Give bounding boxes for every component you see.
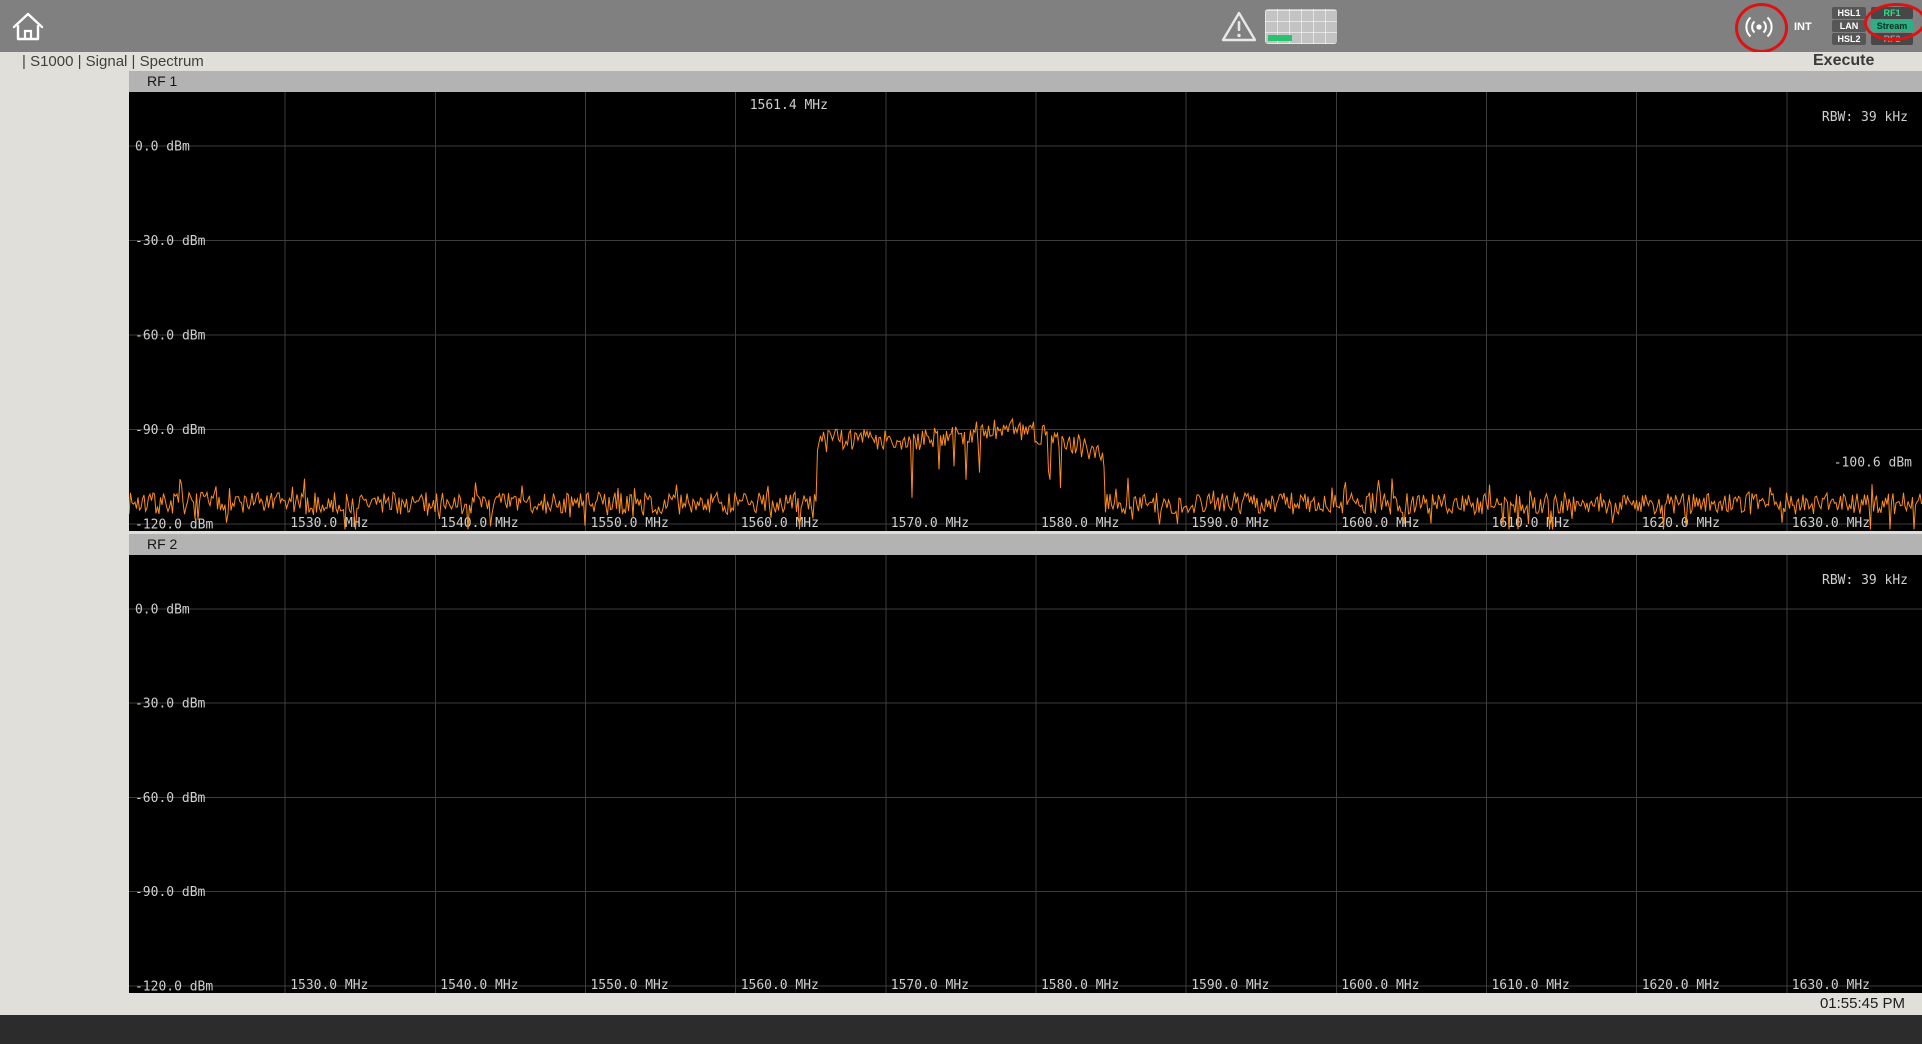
- svg-text:RBW: 39 kHz: RBW: 39 kHz: [1822, 573, 1908, 588]
- rf2-plot-svg: 1530.0 MHz 1540.0 MHz 1550.0 MHz 1560.0 MHz…: [129, 555, 1922, 993]
- clock: 01:55:45 PM: [1819, 995, 1905, 1012]
- badge-hsl2: HSL2: [1832, 33, 1866, 45]
- int-label: INT: [1794, 21, 1812, 33]
- svg-text:1580.0 MHz: 1580.0 MHz: [1041, 978, 1119, 993]
- svg-text:1550.0 MHz: 1550.0 MHz: [591, 516, 669, 531]
- svg-text:1620.0 MHz: 1620.0 MHz: [1642, 978, 1720, 993]
- svg-text:1540.0 MHz: 1540.0 MHz: [440, 516, 518, 531]
- badge-lan: LAN: [1832, 20, 1866, 32]
- svg-text:1560.0 MHz: 1560.0 MHz: [741, 978, 819, 993]
- svg-text:1600.0 MHz: 1600.0 MHz: [1341, 516, 1419, 531]
- badge-rf2[interactable]: RF2: [1871, 33, 1913, 45]
- svg-text:-120.0 dBm: -120.0 dBm: [135, 517, 213, 531]
- status-bar: 01:55:45 PM: [0, 993, 1922, 1015]
- svg-text:-30.0 dBm: -30.0 dBm: [135, 697, 206, 712]
- svg-text:1580.0 MHz: 1580.0 MHz: [1041, 516, 1119, 531]
- badge-rf1[interactable]: RF1: [1871, 7, 1913, 19]
- badge-stream[interactable]: Stream: [1871, 20, 1913, 32]
- panel-rf1-titlebar[interactable]: RF 1: [129, 71, 1922, 92]
- screen: INT HSL1 LAN HSL2 RF1 Stream RF2 | S1000…: [0, 0, 1922, 1044]
- svg-text:-30.0 dBm: -30.0 dBm: [135, 234, 206, 249]
- home-button[interactable]: [10, 8, 46, 44]
- spectrum-plot-rf1[interactable]: 1530.0 MHz 1540.0 MHz 1550.0 MHz 1560.0 MHz…: [129, 92, 1922, 531]
- svg-text:1560.0 MHz: 1560.0 MHz: [741, 516, 819, 531]
- svg-text:-120.0 dBm: -120.0 dBm: [135, 979, 213, 993]
- svg-text:RBW: 39 kHz: RBW: 39 kHz: [1822, 110, 1908, 125]
- svg-text:1530.0 MHz: 1530.0 MHz: [290, 978, 368, 993]
- badge-hsl1: HSL1: [1832, 7, 1866, 19]
- svg-text:-100.6 dBm: -100.6 dBm: [1834, 456, 1912, 471]
- broadcast-icon[interactable]: [1741, 9, 1777, 45]
- svg-text:-60.0 dBm: -60.0 dBm: [135, 328, 206, 343]
- breadcrumb: | S1000 | Signal | Spectrum: [22, 53, 204, 70]
- taskbar: [0, 1015, 1922, 1044]
- svg-text:1600.0 MHz: 1600.0 MHz: [1341, 978, 1419, 993]
- svg-text:1590.0 MHz: 1590.0 MHz: [1191, 978, 1269, 993]
- svg-text:1550.0 MHz: 1550.0 MHz: [591, 978, 669, 993]
- svg-text:-90.0 dBm: -90.0 dBm: [135, 423, 206, 438]
- top-bar: INT HSL1 LAN HSL2 RF1 Stream RF2: [0, 0, 1922, 53]
- home-icon: [10, 12, 46, 48]
- sub-bar: | S1000 | Signal | Spectrum Execute: [0, 52, 1922, 71]
- hsl-badge-column: HSL1 LAN HSL2: [1832, 7, 1866, 45]
- sidebar: [0, 71, 129, 993]
- panel-rf1-title: RF 1: [147, 73, 178, 89]
- svg-text:-60.0 dBm: -60.0 dBm: [135, 791, 206, 806]
- svg-text:1630.0 MHz: 1630.0 MHz: [1792, 516, 1870, 531]
- spectrum-plot-rf2[interactable]: 1530.0 MHz 1540.0 MHz 1550.0 MHz 1560.0 MHz…: [129, 555, 1922, 993]
- svg-text:1610.0 MHz: 1610.0 MHz: [1492, 978, 1570, 993]
- svg-text:1540.0 MHz: 1540.0 MHz: [440, 978, 518, 993]
- svg-text:1570.0 MHz: 1570.0 MHz: [891, 516, 969, 531]
- svg-text:0.0 dBm: 0.0 dBm: [135, 140, 190, 155]
- svg-text:1561.4 MHz: 1561.4 MHz: [750, 98, 828, 113]
- execute-button[interactable]: Execute: [1813, 52, 1874, 70]
- rf-badge-column: RF1 Stream RF2: [1871, 7, 1913, 45]
- rf1-plot-svg: 1530.0 MHz 1540.0 MHz 1550.0 MHz 1560.0 MHz…: [129, 92, 1922, 531]
- svg-text:1620.0 MHz: 1620.0 MHz: [1642, 516, 1720, 531]
- level-grid-indicator: [1265, 9, 1337, 44]
- level-green-bar: [1268, 35, 1292, 41]
- svg-text:1570.0 MHz: 1570.0 MHz: [891, 978, 969, 993]
- panel-rf2-title: RF 2: [147, 536, 178, 552]
- svg-text:1630.0 MHz: 1630.0 MHz: [1792, 978, 1870, 993]
- warning-icon[interactable]: [1221, 9, 1257, 45]
- svg-text:0.0 dBm: 0.0 dBm: [135, 602, 190, 617]
- panel-rf2-titlebar[interactable]: RF 2: [129, 534, 1922, 555]
- svg-text:-90.0 dBm: -90.0 dBm: [135, 885, 206, 900]
- svg-text:1590.0 MHz: 1590.0 MHz: [1191, 516, 1269, 531]
